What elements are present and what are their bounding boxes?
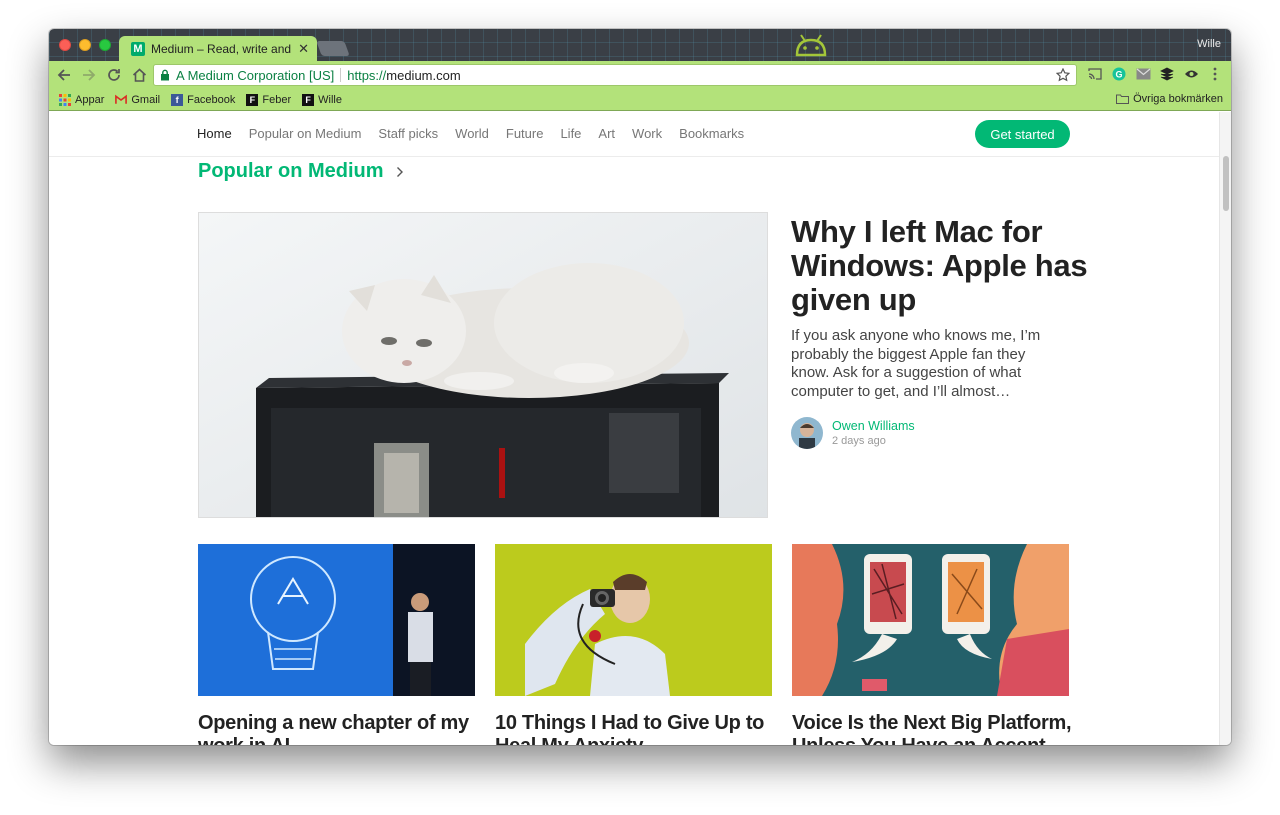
home-icon (132, 68, 146, 82)
section-heading[interactable]: Popular on Medium (198, 160, 404, 183)
nav-popular[interactable]: Popular on Medium (249, 126, 362, 141)
card-title[interactable]: Opening a new chapter of my work in AI (198, 712, 478, 745)
back-arrow-icon (57, 69, 70, 81)
window-maximize-button[interactable] (99, 39, 111, 51)
menu-dots-icon[interactable] (1207, 66, 1223, 82)
browser-toolbar: A Medium Corporation [US] https:// mediu… (49, 61, 1231, 89)
other-bookmarks-label: Övriga bokmärken (1133, 93, 1223, 105)
window-close-button[interactable] (59, 39, 71, 51)
cast-icon[interactable] (1087, 66, 1103, 82)
tab-close-icon[interactable]: ✕ (298, 41, 309, 57)
reload-icon (108, 69, 120, 81)
browser-tab-medium[interactable]: M Medium – Read, write and share stories… (119, 36, 317, 61)
other-bookmarks-folder[interactable]: Övriga bokmärken (1116, 93, 1223, 105)
reload-button[interactable] (103, 64, 125, 86)
hero-author: Owen Williams 2 days ago (791, 417, 915, 449)
author-avatar[interactable] (791, 417, 823, 449)
bookmark-gmail[interactable]: Gmail (115, 94, 160, 106)
grammarly-extension-icon[interactable]: G (1111, 66, 1127, 82)
bookmark-star-icon[interactable] (1056, 68, 1070, 82)
forward-arrow-icon (83, 69, 96, 81)
card-image-ai[interactable] (198, 544, 475, 696)
apps-grid-icon (59, 93, 71, 106)
get-started-button[interactable]: Get started (975, 120, 1070, 148)
secure-indicator[interactable]: A Medium Corporation [US] (160, 68, 334, 83)
wille-icon: F (302, 93, 315, 106)
address-bar[interactable]: A Medium Corporation [US] https:// mediu… (153, 64, 1077, 86)
bookmark-label: Facebook (187, 93, 236, 106)
mail-extension-icon[interactable] (1135, 66, 1151, 82)
nav-world[interactable]: World (455, 126, 489, 141)
section-title: Popular on Medium (198, 160, 384, 182)
author-name[interactable]: Owen Williams (832, 419, 915, 433)
nav-life[interactable]: Life (560, 126, 581, 141)
android-theme-icon (795, 34, 827, 57)
bookmark-label: Feber (262, 93, 292, 106)
extension-icons: G (1087, 66, 1223, 82)
bookmark-appar[interactable]: Appar (59, 93, 105, 106)
site-nav: Home Popular on Medium Staff picks World… (49, 112, 1219, 157)
nav-art[interactable]: Art (598, 126, 615, 141)
lock-icon (161, 69, 169, 81)
tab-title: Medium – Read, write and share stories (151, 41, 292, 56)
card-image-anxiety[interactable] (495, 544, 772, 696)
feber-icon: F (246, 93, 259, 106)
back-button[interactable] (53, 64, 75, 86)
medium-favicon-icon: M (131, 41, 145, 56)
home-button[interactable] (128, 64, 150, 86)
nav-bookmarks[interactable]: Bookmarks (679, 126, 744, 141)
bookmarks-bar: Appar Gmail f Facebook F Feber F Wille Ö… (49, 89, 1231, 111)
nav-home[interactable]: Home (197, 126, 232, 141)
post-date: 2 days ago (832, 435, 886, 447)
url-host: medium.com (386, 67, 461, 83)
bookmark-label: Gmail (131, 93, 161, 106)
card-title[interactable]: 10 Things I Had to Give Up to Heal My An… (495, 712, 775, 745)
secure-label: A Medium Corporation [US] (176, 67, 335, 83)
bookmark-label: Wille (318, 93, 342, 106)
browser-window: M Medium – Read, write and share stories… (49, 29, 1231, 745)
hero-title[interactable]: Why I left Mac for Windows: Apple has gi… (791, 215, 1091, 317)
nav-staff-picks[interactable]: Staff picks (378, 126, 438, 141)
buffer-extension-icon[interactable] (1159, 66, 1175, 82)
card-image-voice[interactable] (792, 544, 1069, 696)
page-scrollbar[interactable] (1219, 112, 1231, 745)
svg-text:G: G (1115, 70, 1122, 80)
hero-subtitle[interactable]: If you ask anyone who knows me, I’m prob… (791, 327, 1066, 401)
gmail-icon (115, 94, 128, 104)
page-content: Home Popular on Medium Staff picks World… (49, 112, 1219, 745)
facebook-icon: f (171, 93, 184, 106)
window-minimize-button[interactable] (79, 39, 91, 51)
nav-future[interactable]: Future (506, 126, 544, 141)
folder-icon (1116, 94, 1130, 104)
card-title[interactable]: Voice Is the Next Big Platform, Unless Y… (792, 712, 1072, 745)
scrollbar-thumb[interactable] (1223, 156, 1229, 211)
bookmark-label: Appar (75, 93, 105, 106)
new-tab-button[interactable] (316, 41, 350, 56)
url-scheme: https:// (347, 67, 387, 83)
bookmark-wille[interactable]: F Wille (302, 93, 342, 106)
address-separator (340, 68, 342, 82)
bookmark-facebook[interactable]: f Facebook (171, 93, 236, 106)
profile-name[interactable]: Wille (1197, 38, 1221, 50)
tab-strip: M Medium – Read, write and share stories… (49, 29, 1231, 61)
forward-button[interactable] (78, 64, 100, 86)
bookmark-feber[interactable]: F Feber (246, 93, 292, 106)
hero-image[interactable] (198, 212, 768, 518)
nav-work[interactable]: Work (632, 126, 662, 141)
eye-extension-icon[interactable] (1183, 66, 1199, 82)
chevron-right-icon (396, 166, 403, 177)
